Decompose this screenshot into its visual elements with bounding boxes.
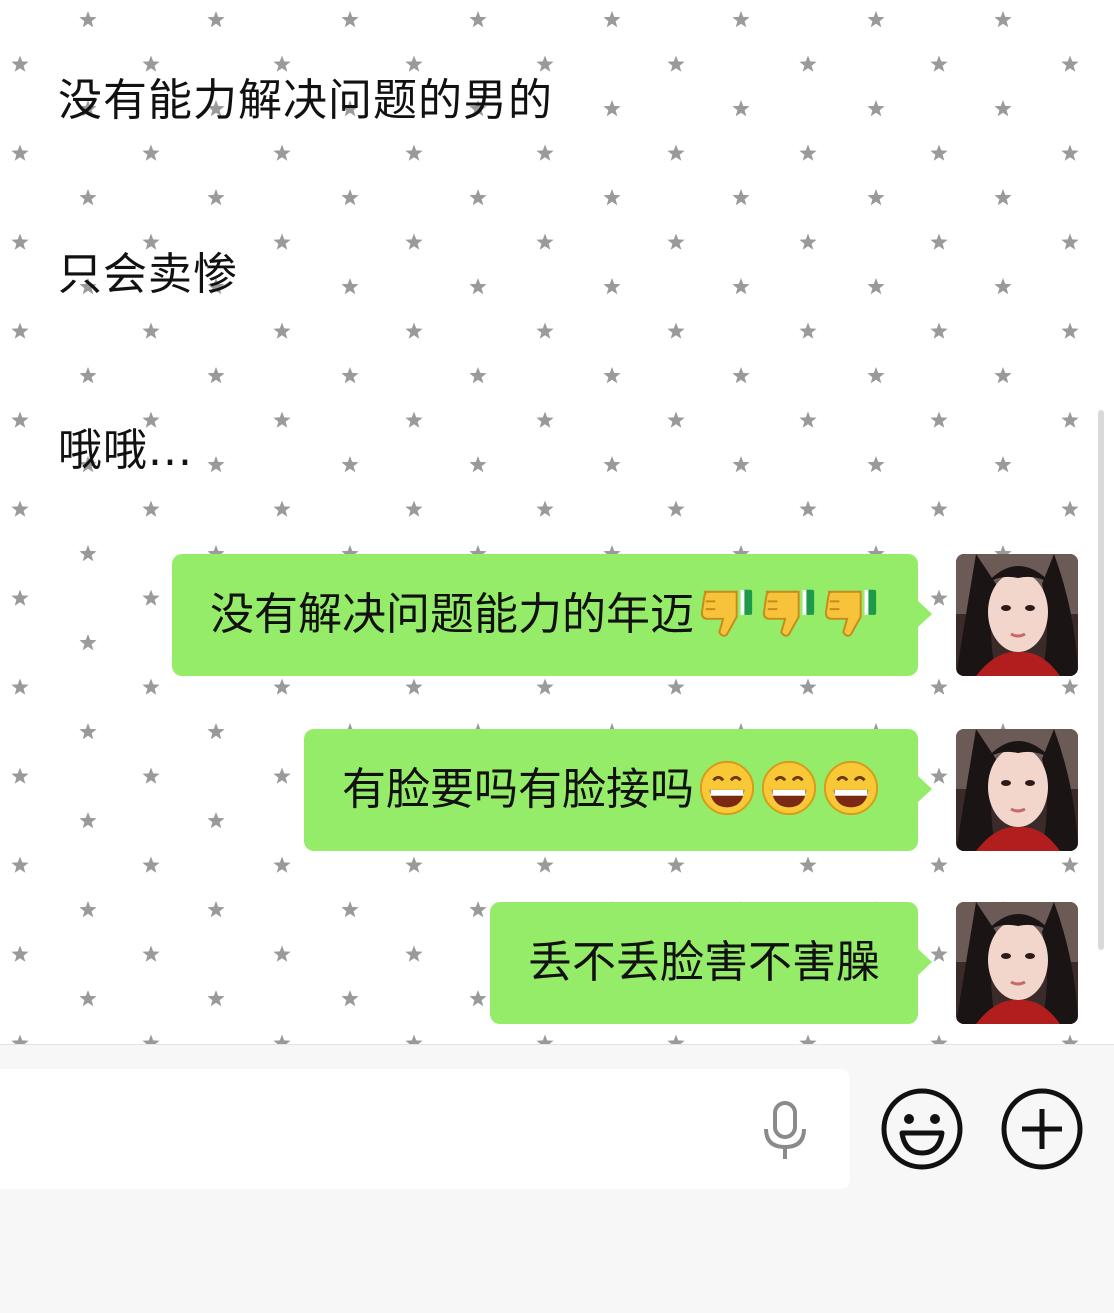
microphone-icon[interactable] (760, 1101, 810, 1161)
input-bar (0, 1044, 1114, 1313)
sent-message-row: 有脸要吗有脸接吗 (304, 729, 1078, 851)
received-message[interactable]: 哦哦... (58, 414, 193, 478)
sent-message-row: 丢不丢脸害不害臊 (490, 902, 1078, 1024)
chat-message-area[interactable]: 没有能力解决问题的男的 只会卖惨 哦哦... 没有解决问题能力的年迈 有脸要吗有… (0, 0, 1114, 1044)
sent-message-bubble[interactable]: 丢不丢脸害不害臊 (490, 902, 932, 1024)
message-input[interactable] (0, 1069, 850, 1189)
plus-circle-icon[interactable] (1000, 1087, 1084, 1171)
grinning-face-icon (761, 760, 817, 816)
smiley-face-icon[interactable] (880, 1087, 964, 1171)
thumbs-down-icon (700, 589, 753, 637)
message-text: 没有解决问题能力的年迈 (210, 589, 694, 640)
received-message[interactable]: 没有能力解决问题的男的 (58, 64, 553, 128)
thumbs-down-icon (762, 589, 815, 637)
grinning-face-icon (823, 760, 879, 816)
message-text: 有脸要吗有脸接吗 (342, 764, 694, 815)
thumbs-down-icon (824, 589, 877, 637)
sent-message-bubble[interactable]: 有脸要吗有脸接吗 (304, 729, 932, 851)
grinning-face-icon (699, 760, 755, 816)
avatar[interactable] (956, 554, 1078, 676)
sent-message-bubble[interactable]: 没有解决问题能力的年迈 (172, 554, 932, 676)
received-message[interactable]: 只会卖惨 (58, 238, 238, 302)
sent-message-row: 没有解决问题能力的年迈 (172, 554, 1078, 676)
scrollbar[interactable] (1098, 410, 1104, 950)
message-text: 丢不丢脸害不害臊 (528, 937, 880, 988)
avatar[interactable] (956, 729, 1078, 851)
star-wallpaper (0, 0, 1114, 1044)
avatar[interactable] (956, 902, 1078, 1024)
